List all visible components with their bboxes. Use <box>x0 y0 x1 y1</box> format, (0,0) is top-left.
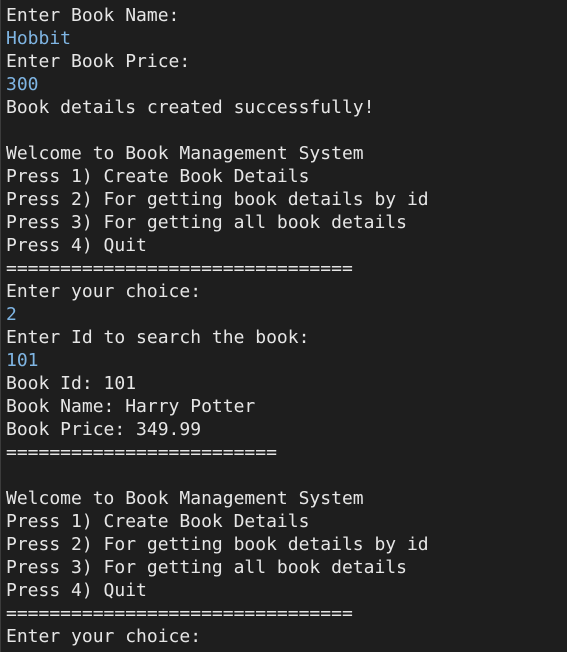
console-input-line: 300 <box>6 74 39 95</box>
console-output-line: Press 4) Quit <box>6 580 147 601</box>
console-output-line: Enter Book Name: <box>6 5 180 26</box>
console-output-line: Welcome to Book Management System <box>6 488 364 509</box>
console-output-line: Press 3) For getting all book details <box>6 212 407 233</box>
console-output-line: Book details created successfully! <box>6 97 375 118</box>
console-output-line: ================================ <box>6 603 353 624</box>
console-output-line: Book Name: Harry Potter <box>6 396 256 417</box>
console-output-line: Enter your choice: <box>6 281 202 302</box>
console-input-line: 101 <box>6 350 39 371</box>
console-output-line: Book Id: 101 <box>6 373 137 394</box>
console-output-line: Press 2) For getting book details by id <box>6 534 429 555</box>
console-output-line: ========================= <box>6 442 277 463</box>
console-output-line: Book Price: 349.99 <box>6 419 202 440</box>
console-output-line: Enter Id to search the book: <box>6 327 310 348</box>
console-output-line: ================================ <box>6 258 353 279</box>
console-output-line: Enter your choice: <box>6 626 202 647</box>
console-output-line: Press 1) Create Book Details <box>6 511 310 532</box>
console-output[interactable]: Enter Book Name: Hobbit Enter Book Price: 3… <box>0 0 567 652</box>
console-output-line: Press 3) For getting all book details <box>6 557 407 578</box>
console-output-line: Press 4) Quit <box>6 235 147 256</box>
console-output-line: Press 1) Create Book Details <box>6 166 310 187</box>
console-input-line: 2 <box>6 304 17 325</box>
console-output-line: Enter Book Price: <box>6 51 191 72</box>
console-output-line: Press 2) For getting book details by id <box>6 189 429 210</box>
console-input-line: Hobbit <box>6 28 72 49</box>
console-output-line: Welcome to Book Management System <box>6 143 364 164</box>
